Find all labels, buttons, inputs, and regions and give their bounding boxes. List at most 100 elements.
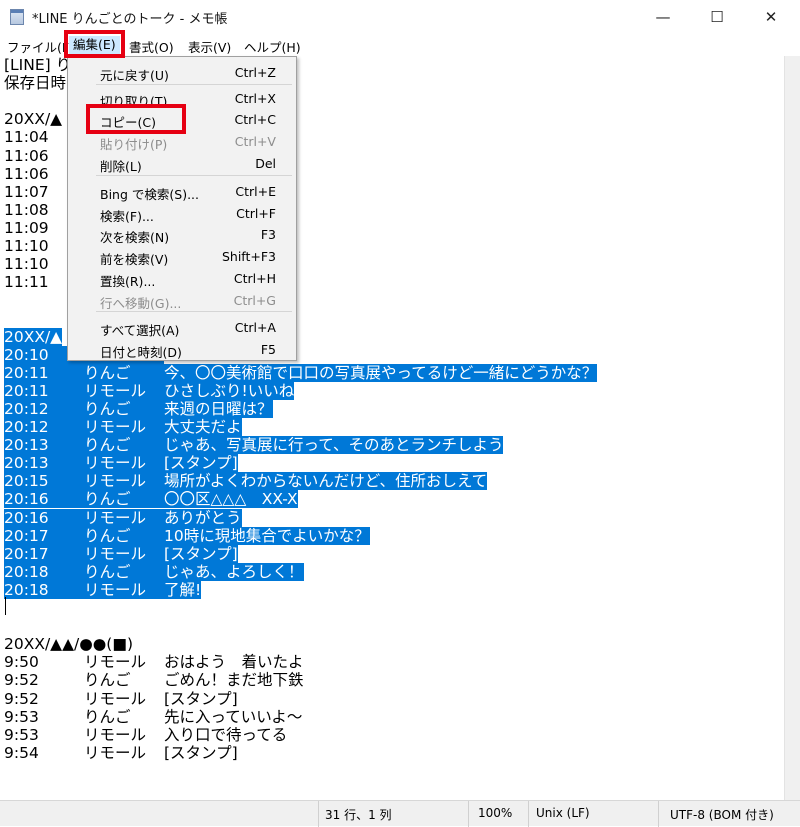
message-text: じゃあ、よろしく！: [164, 562, 304, 581]
text-line: 保存日時: [4, 74, 66, 92]
message-time: 20:16: [4, 508, 49, 527]
chat-line: 9:50 リモール おはよう 着いたよ: [4, 653, 304, 671]
message-text: 大丈夫だよ: [164, 418, 242, 436]
message-time: 20:17: [4, 526, 49, 545]
message-text: 入り口で待ってる: [164, 725, 288, 744]
menu-item-label: 行へ移動(G)...: [100, 296, 182, 311]
chat-line: 20:12 りんご 来週の日曜は？: [4, 399, 273, 418]
menu-item-go-to: 行へ移動(G)... Ctrl+G: [68, 290, 296, 311]
menu-item-replace[interactable]: 置換(R)... Ctrl+H: [68, 268, 296, 289]
close-button[interactable]: ✕: [748, 0, 794, 34]
menu-item-shortcut: Del: [255, 156, 276, 171]
message-time: 9:52: [4, 689, 39, 708]
message-text: 〇〇区△△△ XX-X: [164, 490, 298, 509]
chat-line: 20:11 リモール ひさしぶり!いいね: [4, 381, 295, 400]
chat-line: 9:53 りんご 先に入っていいよ～: [4, 708, 302, 726]
menu-item-select-all[interactable]: すべて選択(A) Ctrl+A: [68, 317, 296, 338]
status-zoom: 100%: [478, 806, 513, 820]
menu-item-find-next[interactable]: 次を検索(N) F3: [68, 224, 296, 245]
status-encoding: UTF-8 (BOM 付き): [670, 808, 774, 822]
chat-line: 20:17 りんご 10時に現地集合でよいかな？: [4, 526, 370, 545]
date-line: 20XX/▲: [4, 110, 63, 129]
header-line: 保存日時: [4, 74, 67, 93]
chat-line: 20:18 りんご じゃあ、よろしく！: [4, 562, 304, 581]
menu-item-shortcut: Ctrl+V: [234, 134, 276, 149]
menu-item-label: 貼り付け(P): [100, 137, 168, 152]
chat-line: 9:52 りんご ごめん！まだ地下鉄: [4, 671, 304, 689]
menu-format[interactable]: 書式(O): [129, 37, 174, 56]
status-line-ending: Unix (LF): [536, 806, 590, 820]
header-line: [LINE] り: [4, 56, 72, 74]
chat-line: 20:16 りんご 〇〇区△△△ XX-X: [4, 490, 298, 509]
chat-line: 20:11 りんご 今、〇〇美術館で口口の写真展やってるけど一緒にどうかな？: [4, 363, 598, 382]
message-text: ひさしぶり!いいね: [164, 381, 295, 400]
message-text: [スタンプ]: [164, 454, 238, 473]
message-sender: りんご: [84, 399, 131, 418]
message-time: 20:18: [4, 580, 49, 599]
menu-item-shortcut: Ctrl+F: [236, 206, 276, 221]
menu-item-shortcut: Ctrl+A: [234, 320, 276, 335]
menu-separator: [96, 84, 292, 85]
menu-item-label: すべて選択(A): [100, 323, 180, 338]
menu-item-paste: 貼り付け(P) Ctrl+V: [68, 131, 296, 152]
message-sender: リモール: [84, 508, 147, 527]
menu-item-label: 次を検索(N): [100, 230, 170, 245]
minimize-button[interactable]: —: [640, 0, 686, 34]
message-sender: りんご: [84, 526, 131, 545]
menu-item-shortcut: Ctrl+G: [233, 293, 276, 308]
chat-line: 20:16 リモール ありがとう: [4, 508, 242, 527]
highlight-edit-menu: [64, 30, 125, 58]
message-text: ごめん！まだ地下鉄: [164, 671, 304, 690]
menu-item-delete[interactable]: 削除(L) Del: [68, 153, 296, 174]
status-bar: 31 行、1 列 100% Unix (LF) UTF-8 (BOM 付き): [0, 800, 800, 827]
message-text: [スタンプ]: [164, 743, 238, 762]
message-sender: リモール: [84, 544, 147, 563]
text-line: 20XX/▲▲/●●(■): [4, 635, 133, 653]
message-text: おはよう 着いたよ: [164, 653, 304, 672]
menu-item-shortcut: Ctrl+E: [235, 184, 276, 199]
status-divider: [468, 801, 469, 827]
maximize-button[interactable]: ☐: [694, 0, 740, 34]
message-text: じゃあ、写真展に行って、そのあとランチしよう: [164, 436, 504, 455]
menu-item-undo[interactable]: 元に戻す(U) Ctrl+Z: [68, 62, 296, 83]
menu-item-find-previous[interactable]: 前を検索(V) Shift+F3: [68, 246, 296, 267]
menu-item-shortcut: Shift+F3: [221, 249, 276, 264]
menu-item-label: 置換(R)...: [100, 274, 156, 289]
message-time: 20:12: [4, 399, 49, 418]
chat-line: 20:17 リモール [スタンプ]: [4, 544, 238, 563]
highlight-copy-item: [86, 104, 186, 134]
text-line: [LINE] り: [4, 56, 71, 74]
text-line: 20XX/▲: [4, 327, 63, 346]
menu-item-label: 前を検索(V): [100, 252, 169, 267]
menu-item-find[interactable]: 検索(F)... Ctrl+F: [68, 203, 296, 224]
message-time: 20:16: [4, 490, 49, 509]
chat-line: 9:54 リモール [スタンプ]: [4, 744, 238, 762]
message-time: 20:17: [4, 544, 49, 563]
menu-help[interactable]: ヘルプ(H): [244, 37, 301, 56]
message-sender: リモール: [84, 472, 147, 491]
date-line: 20XX/▲▲/●●(■): [4, 635, 134, 654]
menu-item-shortcut: Ctrl+C: [234, 112, 276, 127]
menu-item-label: 元に戻す(U): [100, 68, 169, 83]
message-sender: りんご: [84, 707, 131, 726]
message-text: [スタンプ]: [164, 689, 238, 708]
message-time: 20:18: [4, 562, 49, 581]
message-text: 了解!: [164, 580, 202, 599]
chat-line: 20:15 リモール 場所がよくわからないんだけど、住所おしえて: [4, 472, 488, 491]
menu-item-bing-search[interactable]: Bing で検索(S)... Ctrl+E: [68, 181, 296, 202]
menu-item-label: 検索(F)...: [100, 209, 154, 224]
chat-line: 9:53 リモール 入り口で待ってる: [4, 726, 287, 744]
menu-view[interactable]: 表示(V): [188, 37, 231, 56]
message-sender: リモール: [84, 653, 147, 672]
message-time: 9:53: [4, 725, 39, 744]
menu-item-label: 削除(L): [100, 159, 142, 174]
menu-item-shortcut: Ctrl+Z: [234, 65, 276, 80]
message-time: 9:52: [4, 671, 39, 690]
status-cursor-position: 31 行、1 列: [325, 808, 392, 822]
message-sender: リモール: [84, 454, 147, 473]
message-text: [スタンプ]: [164, 544, 238, 563]
message-sender: りんご: [84, 490, 131, 509]
menu-item-time-date[interactable]: 日付と時刻(D) F5: [68, 339, 296, 360]
text-line: 20XX/▲: [4, 110, 62, 128]
vertical-scrollbar[interactable]: [784, 56, 800, 800]
